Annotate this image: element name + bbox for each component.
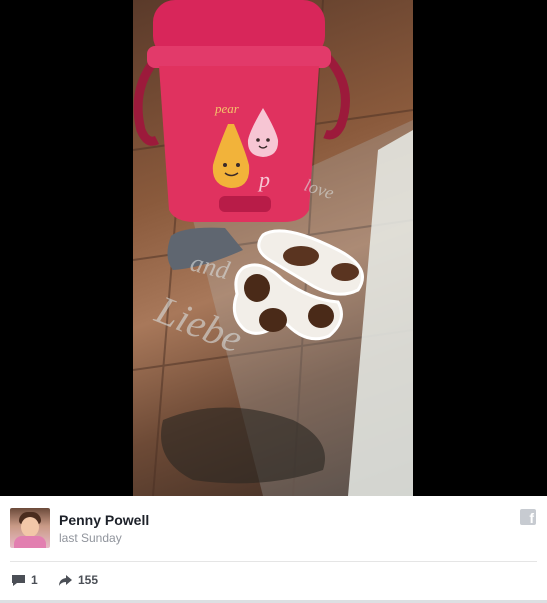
footer-divider (10, 561, 537, 562)
avatar-face (21, 517, 39, 537)
post-timestamp[interactable]: last Sunday (59, 531, 122, 545)
author-avatar[interactable] (10, 508, 50, 548)
svg-text:pear: pear (214, 101, 240, 116)
share-count-value: 155 (78, 573, 99, 587)
comment-count[interactable]: 1 (11, 572, 38, 588)
facebook-icon[interactable]: f (520, 509, 536, 526)
avatar-shirt (14, 536, 46, 548)
share-count[interactable]: 155 (58, 572, 98, 588)
post-photo[interactable]: pear p and Liebe love (133, 0, 413, 496)
svg-text:p: p (257, 167, 270, 192)
post-card: pear p and Liebe love Penny Powell last … (0, 0, 547, 603)
comment-icon (12, 574, 25, 586)
post-video[interactable]: pear p and Liebe love (0, 0, 547, 496)
author-name[interactable]: Penny Powell (59, 512, 149, 528)
photo-illustration: pear p and Liebe love (133, 0, 413, 496)
share-icon (59, 574, 72, 586)
comment-count-value: 1 (31, 573, 38, 587)
